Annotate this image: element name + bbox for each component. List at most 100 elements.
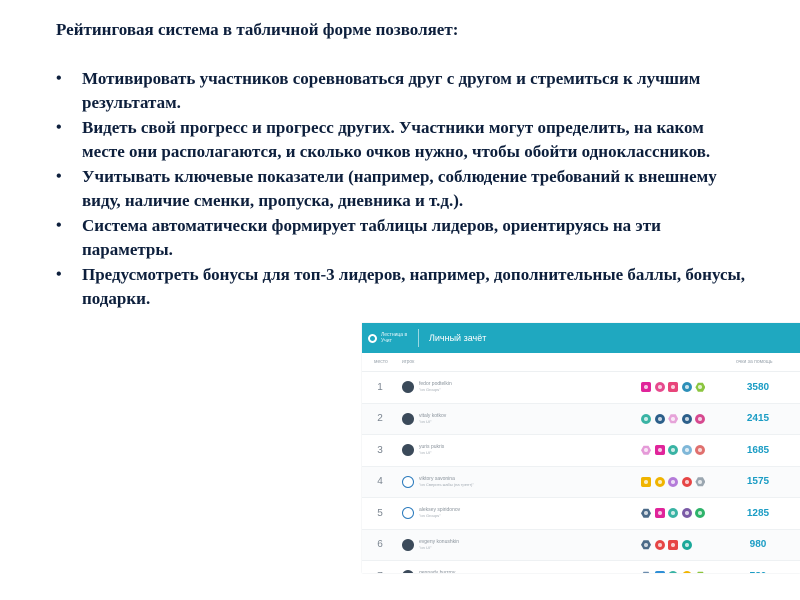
badge-glyph-icon — [644, 542, 648, 547]
bullet-item: Мотивировать участников соревноваться др… — [56, 67, 746, 116]
table-row[interactable]: 2 vitaly kotkov "on UI" 2415 — [362, 403, 800, 435]
achievement-badge-icon[interactable] — [641, 445, 651, 455]
achievement-badge-icon[interactable] — [641, 508, 651, 518]
avatar[interactable] — [402, 444, 414, 457]
rank-number: 2 — [377, 413, 383, 425]
achievement-badge-icon[interactable] — [681, 508, 692, 519]
avatar[interactable] — [402, 475, 414, 488]
achievement-badge-icon[interactable] — [681, 413, 692, 424]
achievement-badge-icon[interactable] — [641, 413, 651, 424]
badge-glyph-icon — [671, 416, 676, 421]
achievement-badge-icon[interactable] — [641, 476, 651, 487]
table-row[interactable]: 1 fedor podtelkin "on Groups" 3580 — [362, 372, 800, 404]
slide-title: Рейтинговая система в табличной форме по… — [56, 20, 459, 39]
achievement-badge-icon[interactable] — [695, 445, 706, 456]
achievement-badge-icon[interactable] — [654, 382, 665, 393]
achievement-badge-icon[interactable] — [668, 571, 679, 573]
score-value: 980 — [749, 539, 767, 551]
achievement-badge-icon[interactable] — [654, 571, 665, 573]
badge-glyph-icon — [698, 479, 703, 484]
achievement-badge-icon[interactable] — [695, 571, 706, 573]
slide-text: Рейтинговая система в табличной форме по… — [56, 18, 746, 312]
achievement-badge-icon[interactable] — [654, 508, 665, 519]
achievement-badge-icon[interactable] — [668, 414, 679, 424]
achievement-badge-icon[interactable] — [668, 539, 679, 550]
logo-icon — [368, 333, 377, 343]
achievement-badge-icon[interactable] — [681, 571, 692, 573]
score-value: 1575 — [746, 476, 770, 488]
badge-list — [641, 476, 709, 487]
bullet-item: Система автоматически формирует таблицы … — [56, 214, 746, 263]
achievement-badge-icon[interactable] — [668, 382, 679, 393]
leaderboard-rows: 1 fedor podtelkin "on Groups" 3580 2 vitaly k… — [362, 372, 800, 573]
player-group: "on Groups" — [419, 513, 441, 518]
badge-glyph-icon — [671, 385, 676, 390]
achievement-badge-icon[interactable] — [654, 539, 665, 550]
achievement-badge-icon[interactable] — [654, 413, 665, 424]
achievement-badge-icon[interactable] — [668, 476, 679, 487]
leaderboard-screenshot: Лестница в Учит Личный зачёт место игрок… — [362, 323, 800, 573]
avatar[interactable] — [402, 538, 414, 551]
achievement-badge-icon[interactable] — [681, 445, 692, 456]
player-name[interactable]: gennady burrrny — [419, 570, 455, 573]
score-value: 2415 — [746, 413, 770, 425]
score-value: 780 — [737, 571, 779, 573]
player-group: "on UI" — [419, 450, 432, 455]
badge-list — [641, 571, 709, 573]
badge-list — [641, 508, 709, 519]
badge-glyph-icon — [684, 511, 689, 516]
badge-glyph-icon — [698, 416, 703, 421]
achievement-badge-icon[interactable] — [695, 382, 706, 392]
achievement-badge-icon[interactable] — [695, 508, 706, 519]
score-value: 1285 — [746, 507, 770, 519]
badge-glyph-icon — [671, 479, 676, 484]
achievement-badge-icon[interactable] — [641, 382, 651, 393]
player-group: "on Сверить жабы (на трент)" — [419, 481, 474, 487]
badge-glyph-icon — [657, 416, 662, 421]
avatar[interactable] — [402, 412, 414, 425]
table-row[interactable]: 7gennady burrrny"on Groups"780 — [362, 561, 800, 573]
leaderboard-header: Лестница в Учит Личный зачёт — [362, 323, 800, 353]
achievement-badge-icon[interactable] — [681, 382, 692, 393]
avatar[interactable] — [402, 381, 414, 394]
badge-glyph-icon — [684, 385, 689, 390]
rank-number: 7 — [374, 571, 386, 573]
badge-list — [641, 539, 695, 550]
badge-glyph-icon — [644, 416, 648, 421]
leaderboard-title: Личный зачёт — [429, 333, 487, 343]
achievement-badge-icon[interactable] — [695, 477, 706, 487]
achievement-badge-icon[interactable] — [654, 445, 665, 456]
badge-glyph-icon — [644, 385, 648, 390]
badge-glyph-icon — [698, 448, 703, 453]
achievement-badge-icon[interactable] — [668, 508, 679, 519]
avatar[interactable] — [402, 570, 414, 573]
achievement-badge-icon[interactable] — [641, 540, 651, 550]
avatar[interactable] — [402, 507, 414, 520]
table-row[interactable]: 3 yuris pukris "on UI" 1685 — [362, 435, 800, 467]
column-points[interactable]: очки за помощь — [736, 359, 773, 365]
badge-list — [641, 445, 709, 456]
column-player[interactable]: игрок — [402, 359, 414, 365]
achievement-badge-icon[interactable] — [681, 476, 692, 487]
badge-glyph-icon — [684, 416, 689, 421]
badge-glyph-icon — [671, 542, 676, 547]
header-divider — [418, 329, 419, 347]
achievement-badge-icon[interactable] — [695, 413, 706, 424]
player-group: "on UI" — [419, 544, 432, 550]
achievement-badge-icon[interactable] — [654, 476, 665, 487]
logo[interactable]: Лестница в Учит — [368, 332, 418, 344]
badge-glyph-icon — [698, 385, 703, 390]
table-row[interactable]: 5 aleksey spiridonov "on Groups" 1285 — [362, 498, 800, 530]
column-place[interactable]: место — [374, 359, 388, 365]
bullet-list: Мотивировать участников соревноваться др… — [56, 67, 746, 312]
table-row[interactable]: 6 evgeny konushkin "on UI" 980 — [362, 529, 800, 561]
badge-list — [641, 413, 709, 424]
rank-number: 5 — [377, 507, 383, 519]
rank-number: 3 — [377, 444, 383, 456]
achievement-badge-icon[interactable] — [668, 445, 679, 456]
achievement-badge-icon[interactable] — [641, 571, 651, 573]
badge-glyph-icon — [657, 542, 662, 547]
table-row[interactable]: 4 viktory savonina "on Сверить жабы (на тр… — [362, 466, 800, 498]
score-value: 3580 — [746, 381, 770, 393]
achievement-badge-icon[interactable] — [681, 539, 692, 550]
